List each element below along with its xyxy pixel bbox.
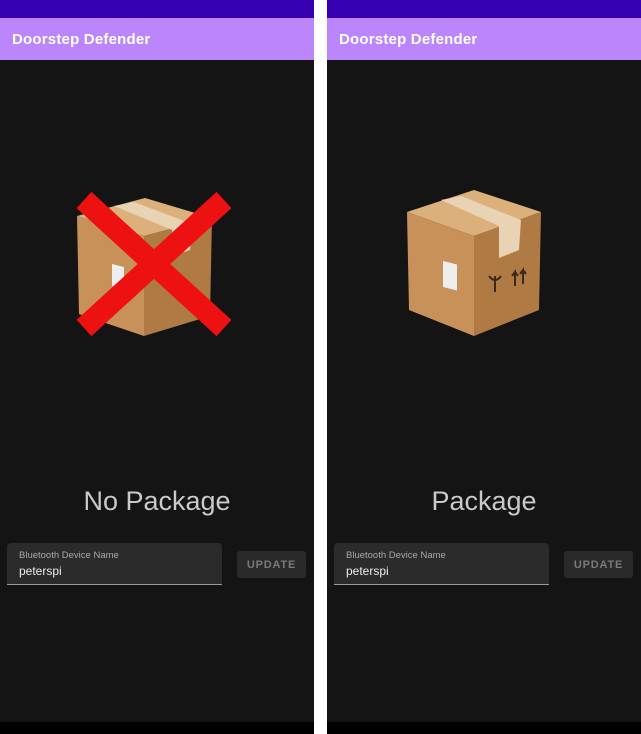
app-title: Doorstep Defender bbox=[12, 30, 151, 48]
screens-container: Doorstep Defender No Package Bluetooth D… bbox=[0, 0, 641, 734]
phone-screen-package: Doorstep Defender Package Bluetooth Devi… bbox=[327, 0, 641, 734]
package-status-label: No Package bbox=[83, 486, 231, 516]
app-bar: Doorstep Defender bbox=[0, 18, 314, 60]
navigation-bar bbox=[0, 722, 314, 734]
navigation-bar bbox=[327, 722, 641, 734]
bluetooth-device-name-input[interactable] bbox=[19, 564, 209, 578]
app-title: Doorstep Defender bbox=[339, 30, 478, 48]
package-status-label: Package bbox=[431, 486, 537, 516]
update-button[interactable]: UPDATE bbox=[564, 551, 633, 578]
bluetooth-device-name-field[interactable]: Bluetooth Device Name bbox=[334, 543, 549, 585]
bluetooth-device-name-input[interactable] bbox=[346, 564, 536, 578]
status-bar bbox=[327, 0, 641, 18]
box-label bbox=[443, 260, 457, 291]
field-label: Bluetooth Device Name bbox=[346, 550, 446, 561]
app-bar: Doorstep Defender bbox=[327, 18, 641, 60]
status-bar bbox=[0, 0, 314, 18]
field-label: Bluetooth Device Name bbox=[19, 550, 119, 561]
package-crossed-icon bbox=[72, 178, 242, 348]
package-icon bbox=[399, 178, 569, 348]
update-button[interactable]: UPDATE bbox=[237, 551, 306, 578]
bluetooth-device-name-field[interactable]: Bluetooth Device Name bbox=[7, 543, 222, 585]
phone-screen-no-package: Doorstep Defender No Package Bluetooth D… bbox=[0, 0, 314, 734]
